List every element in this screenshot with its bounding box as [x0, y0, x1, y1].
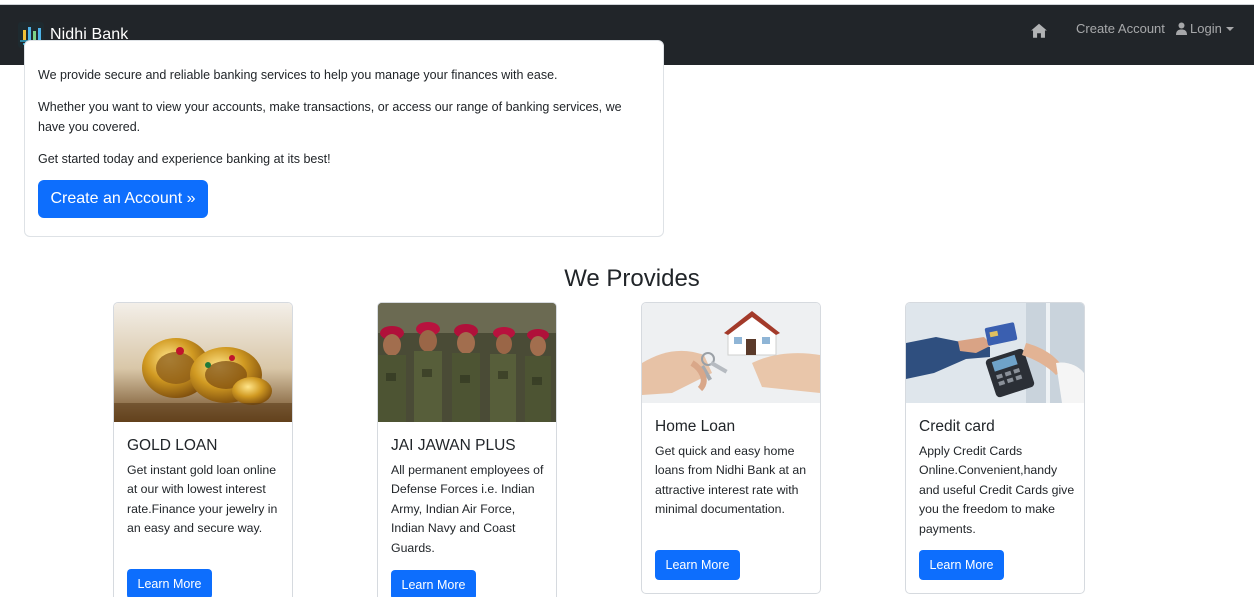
- card-text: All permanent employees of Defense Force…: [391, 463, 544, 555]
- section-title: We Provides: [564, 265, 700, 292]
- create-account-button[interactable]: Create an Account »: [38, 180, 208, 218]
- learn-more-button[interactable]: Learn More: [391, 570, 476, 597]
- login-label: Login: [1190, 21, 1222, 36]
- house-keys-image: [642, 303, 820, 403]
- card-text: Get instant gold loan online at our with…: [127, 463, 278, 536]
- hero-paragraph-1: We provide secure and reliable banking s…: [38, 68, 558, 82]
- service-card-credit-card: Credit card Apply Credit Cards Online.Co…: [905, 302, 1085, 594]
- service-card-home-loan: Home Loan Get quick and easy home loans …: [641, 302, 821, 594]
- soldiers-image: [378, 303, 556, 422]
- hero-card: We provide secure and reliable banking s…: [24, 40, 664, 237]
- learn-more-button[interactable]: Learn More: [127, 569, 212, 597]
- card-title: Home Loan: [655, 418, 736, 435]
- learn-more-button[interactable]: Learn More: [655, 550, 740, 580]
- card-text: Apply Credit Cards Online.Convenient,han…: [919, 444, 1075, 536]
- chevron-down-icon: [1225, 27, 1234, 31]
- nav-create-account-link[interactable]: Create Account: [1076, 21, 1165, 36]
- card-title: GOLD LOAN: [127, 437, 218, 454]
- card-payment-image: [906, 303, 1084, 403]
- user-icon: [1176, 22, 1187, 35]
- learn-more-button[interactable]: Learn More: [919, 550, 1004, 580]
- hero-paragraph-3: Get started today and experience banking…: [38, 152, 331, 166]
- service-card-gold-loan: GOLD LOAN Get instant gold loan online a…: [113, 302, 293, 597]
- card-text: Get quick and easy home loans from Nidhi…: [655, 444, 807, 517]
- home-icon[interactable]: [1030, 22, 1048, 40]
- card-title: JAI JAWAN PLUS: [391, 437, 516, 454]
- hero-paragraph-2: Whether you want to view your accounts, …: [38, 100, 622, 134]
- gold-jewelry-image: [114, 303, 292, 422]
- card-title: Credit card: [919, 418, 995, 435]
- service-card-jai-jawan-plus: JAI JAWAN PLUS All permanent employees o…: [377, 302, 557, 597]
- login-dropdown[interactable]: Login: [1176, 21, 1234, 36]
